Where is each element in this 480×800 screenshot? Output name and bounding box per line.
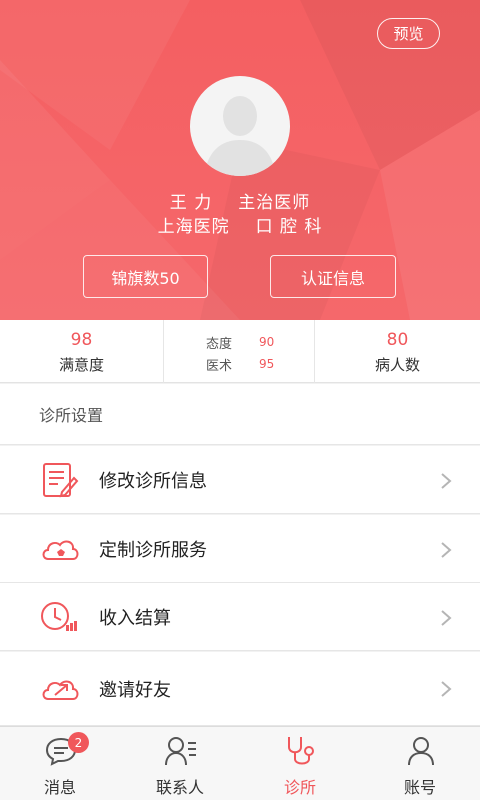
satisfaction-value: 98: [70, 330, 93, 350]
skill-label: 医术: [206, 359, 233, 374]
menu-item-income[interactable]: 收入结算: [0, 583, 480, 651]
section-title: 诊所设置: [0, 384, 480, 445]
chevron-right-icon: [441, 610, 452, 626]
account-icon: [408, 737, 434, 766]
skill-value: 95: [259, 357, 275, 371]
bottom-tab-bar: 2 消息 联系人 诊所 账号: [0, 726, 480, 800]
clinic-screen: 预览 王 力 主治医师 上海医院 口 腔 科 锦旗数50 认证信息 98 满意度 态…: [0, 0, 480, 800]
tab-contacts[interactable]: 联系人: [120, 727, 240, 800]
menu-item-label: 收入结算: [99, 608, 171, 629]
menu-item-invite-friends[interactable]: 邀请好友: [0, 652, 480, 726]
attitude-rating: 态度 90: [206, 333, 274, 352]
menu-item-edit-clinic[interactable]: 修改诊所信息: [0, 446, 480, 514]
cloud-share-icon: [42, 680, 79, 700]
tab-messages[interactable]: 2 消息: [0, 727, 120, 800]
message-count-badge: 2: [68, 732, 89, 753]
tab-label: 诊所: [283, 778, 316, 797]
doctor-name-line: 王 力 主治医师: [0, 188, 480, 213]
department-name: 口 腔 科: [255, 217, 323, 237]
stethoscope-icon: [288, 737, 314, 765]
rating-stat: 态度 90 医术 95: [164, 320, 315, 383]
attitude-value: 90: [259, 335, 275, 349]
hospital-name: 上海医院: [157, 217, 230, 237]
tab-clinic[interactable]: 诊所: [240, 727, 360, 800]
preview-button[interactable]: 预览: [377, 18, 440, 49]
menu-item-label: 邀请好友: [99, 680, 171, 701]
tab-account[interactable]: 账号: [360, 727, 480, 800]
chevron-right-icon: [441, 681, 452, 697]
banner-count-button[interactable]: 锦旗数50: [83, 255, 208, 298]
chevron-right-icon: [441, 542, 452, 558]
satisfaction-stat: 98 满意度: [0, 320, 164, 383]
chevron-right-icon: [441, 473, 452, 489]
doctor-title: 主治医师: [238, 193, 311, 213]
clock-income-icon: [41, 602, 77, 631]
tab-label: 消息: [43, 778, 76, 797]
edit-document-icon: [43, 463, 79, 498]
patients-label: 病人数: [374, 356, 420, 374]
avatar[interactable]: [190, 76, 290, 176]
hospital-line: 上海医院 口 腔 科: [0, 212, 480, 237]
doctor-name: 王 力: [169, 193, 213, 213]
patients-stat: 80 病人数: [315, 320, 480, 383]
menu-item-label: 修改诊所信息: [99, 471, 207, 492]
avatar-placeholder-icon: [204, 96, 276, 176]
menu-item-custom-service[interactable]: 定制诊所服务: [0, 515, 480, 583]
menu-item-label: 定制诊所服务: [99, 540, 207, 561]
skill-rating: 医术 95: [206, 355, 274, 374]
tab-label: 联系人: [155, 778, 204, 797]
stats-row: 98 满意度 态度 90 医术 95 80 病人数: [0, 320, 480, 383]
attitude-label: 态度: [206, 337, 233, 352]
cloud-service-icon: [42, 540, 79, 560]
certification-button[interactable]: 认证信息: [270, 255, 396, 298]
patients-value: 80: [386, 330, 409, 350]
profile-header: 预览 王 力 主治医师 上海医院 口 腔 科 锦旗数50 认证信息: [0, 0, 480, 320]
tab-label: 账号: [403, 778, 436, 797]
contacts-icon: [165, 737, 196, 766]
satisfaction-label: 满意度: [58, 356, 104, 374]
